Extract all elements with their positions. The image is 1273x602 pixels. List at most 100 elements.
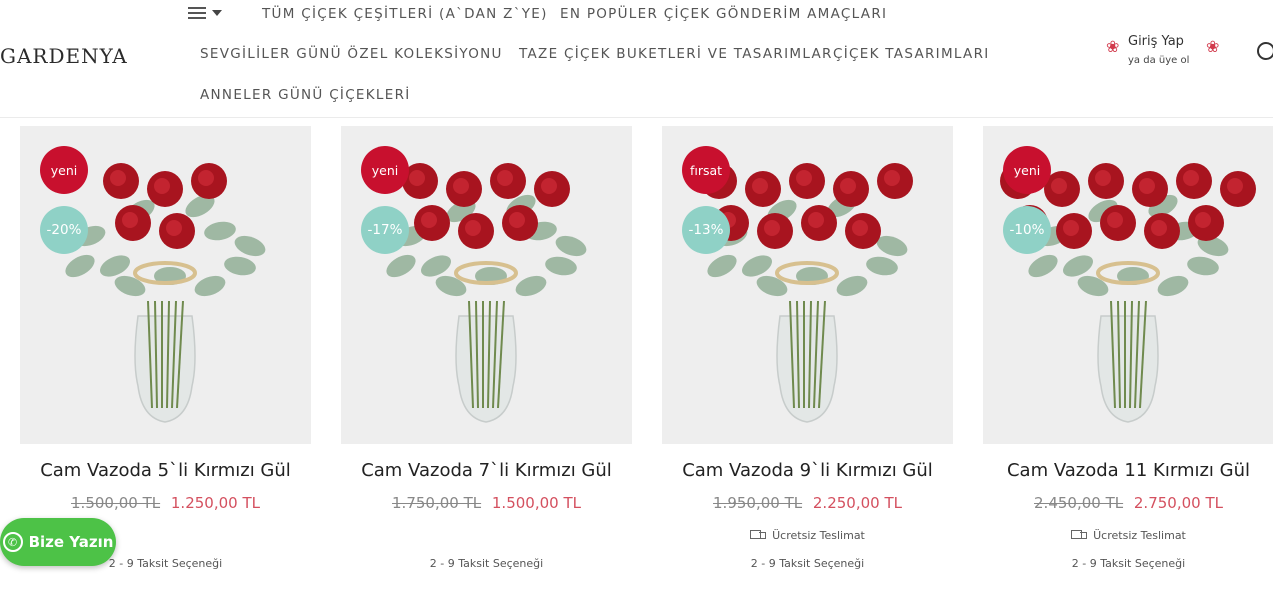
vase [134,315,196,423]
discount-badge: -17% [361,206,409,254]
leaf [386,254,416,278]
rose-center [1107,212,1123,228]
brand-logo[interactable]: GARDENYA [0,44,128,68]
product-image[interactable]: fırsat -13% [662,126,953,444]
leaf [707,254,737,278]
login-link[interactable]: ❀ Giriş Yap ya da üye ol ❀ [1106,34,1220,70]
product-image[interactable]: yeni -17% [341,126,632,444]
hamburger-icon [188,6,206,20]
discount-badge: -20% [40,206,88,254]
rose-center [198,170,214,186]
rose-center [1063,220,1079,236]
nav-item-flower-designs[interactable]: ÇİÇEK TASARIMLARI [833,46,990,62]
current-price: 2.250,00 TL [812,494,902,512]
site-header: GARDENYA TÜM ÇİÇEK ÇEŞİTLERİ (A`DAN Z`YE… [0,0,1273,118]
rose-center [1183,170,1199,186]
rose-center [752,178,768,194]
rose-center [808,212,824,228]
product-badge: yeni [1003,146,1051,194]
leaf [65,254,95,278]
product-title[interactable]: Cam Vazoda 11 Kırmızı Gül [983,460,1273,481]
leaf [194,275,226,297]
discount-badge: -13% [682,206,730,254]
leaf [204,221,236,241]
search-icon[interactable] [1257,42,1273,60]
menu-toggle-button[interactable] [188,6,222,20]
rose-center [1051,178,1067,194]
current-price: 2.750,00 TL [1133,494,1223,512]
rose-center [465,220,481,236]
rose-center [110,170,126,186]
old-price: 1.750,00 TL [392,494,482,512]
leaf [1157,275,1189,297]
register-label: ya da üye ol [1128,55,1190,66]
nav-item-all-flowers[interactable]: TÜM ÇİÇEK ÇEŞİTLERİ (A`DAN Z`YE) [262,6,548,22]
nav-item-popular-purposes[interactable]: EN POPÜLER ÇİÇEK GÖNDERİM AMAÇLARI [560,6,887,22]
rose-icon: ❀ [1206,37,1220,56]
old-price: 1.950,00 TL [713,494,803,512]
rose-center [166,220,182,236]
product-image[interactable]: yeni -10% [983,126,1273,444]
product-card[interactable]: yeni -10% Cam Vazoda 11 Kırmızı Gül 2.45… [983,126,1273,570]
truck-icon [1071,530,1088,541]
rose-center [1195,212,1211,228]
vase [1097,315,1159,423]
leaf [555,235,587,257]
rose-center [122,212,138,228]
leaf [1187,256,1219,276]
product-title[interactable]: Cam Vazoda 9`li Kırmızı Gül [662,460,953,481]
rose-center [497,170,513,186]
product-image[interactable]: yeni -20% [20,126,311,444]
leaf [515,275,547,297]
vase [455,315,517,423]
product-badge: yeni [361,146,409,194]
product-badge: yeni [40,146,88,194]
installment-info: 2 - 9 Taksit Seçeneği [750,557,865,570]
rose-center [154,178,170,194]
product-card[interactable]: yeni -17% Cam Vazoda 7`li Kırmızı Gül 1.… [341,126,632,570]
rose-center [1095,170,1111,186]
product-prices: 1.750,00 TL 1.500,00 TL [341,494,632,512]
product-card[interactable]: yeni -20% Cam Vazoda 5`li Kırmızı Gül 1.… [20,126,311,570]
leaf [1028,254,1058,278]
rose-center [884,170,900,186]
rose-center [852,220,868,236]
whatsapp-icon: ✆ [2,532,23,552]
product-prices: 2.450,00 TL 2.750,00 TL [983,494,1273,512]
leaf [756,275,788,297]
product-title[interactable]: Cam Vazoda 5`li Kırmızı Gül [20,460,311,481]
rose-center [1151,220,1167,236]
current-price: 1.250,00 TL [170,494,260,512]
whatsapp-label: Bize Yazın [28,533,114,551]
leaf [224,256,256,276]
discount-badge: -10% [1003,206,1051,254]
old-price: 1.500,00 TL [71,494,161,512]
whatsapp-chat-button[interactable]: ✆ Bize Yazın [0,518,116,566]
product-prices: 1.500,00 TL 1.250,00 TL [20,494,311,512]
rose-center [541,178,557,194]
installment-info: 2 - 9 Taksit Seçeneği [1071,557,1186,570]
current-price: 1.500,00 TL [491,494,581,512]
product-prices: 1.950,00 TL 2.250,00 TL [662,494,953,512]
login-label: Giriş Yap [1128,34,1184,49]
product-card[interactable]: fırsat -13% Cam Vazoda 9`li Kırmızı Gül … [662,126,953,570]
rose-center [796,170,812,186]
installment-info: 2 - 9 Taksit Seçeneği [429,557,544,570]
product-title[interactable]: Cam Vazoda 7`li Kırmızı Gül [341,460,632,481]
leaf [836,275,868,297]
rose-center [1227,178,1243,194]
nav-item-valentines[interactable]: SEVGİLİLER GÜNÜ ÖZEL KOLEKSİYONU [200,46,503,62]
leaf [435,275,467,297]
nav-item-fresh-bouquets[interactable]: TAZE ÇİÇEK BUKETLERİ VE TASARIMLAR [519,46,833,62]
leaf [234,235,266,257]
truck-icon [750,530,767,541]
rose-center [453,178,469,194]
nav-item-mothers-day[interactable]: ANNELER GÜNÜ ÇİÇEKLERİ [200,87,411,103]
vase [776,315,838,423]
rose-center [840,178,856,194]
leaf [114,275,146,297]
leaf [545,256,577,276]
free-shipping: Ücretsiz Teslimat [662,529,953,542]
rose-center [764,220,780,236]
free-shipping: Ücretsiz Teslimat [983,529,1273,542]
